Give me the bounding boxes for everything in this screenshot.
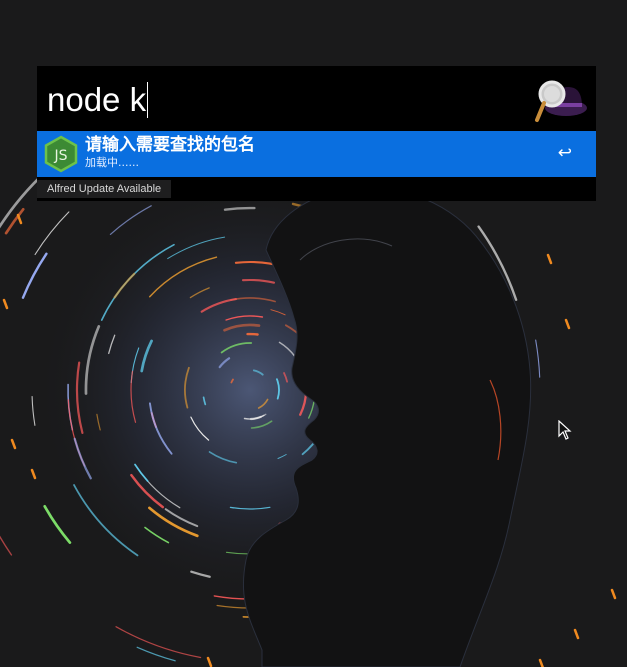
return-key-icon: ↩ — [557, 143, 572, 163]
spark-mark — [16, 213, 23, 225]
spark-mark — [546, 253, 553, 265]
spark-mark — [206, 656, 213, 667]
star-trail-arc — [535, 339, 541, 378]
spark-mark — [30, 468, 37, 480]
alfred-footer: Alfred Update Available — [37, 177, 596, 201]
alfred-window: node k JS 请输入需要查找的包名 加载中...... ↩ Alfred … — [37, 66, 596, 201]
spark-mark — [538, 658, 544, 667]
spark-mark — [2, 298, 9, 310]
star-trail-arc — [21, 252, 48, 299]
search-query-text: node k — [47, 81, 147, 118]
spark-mark — [10, 438, 17, 450]
spark-mark — [610, 588, 617, 600]
svg-text:JS: JS — [53, 148, 67, 164]
alfred-hat-magnifier-icon[interactable] — [532, 74, 588, 126]
spark-mark — [564, 318, 571, 330]
mouse-pointer-icon — [558, 420, 572, 440]
result-title: 请输入需要查找的包名 — [85, 135, 255, 155]
star-trail-arc — [115, 626, 202, 659]
result-subtitle: 加载中...... — [85, 156, 139, 169]
search-input[interactable]: node k — [47, 78, 149, 122]
update-available-badge[interactable]: Alfred Update Available — [37, 180, 172, 198]
nodejs-hexagon-icon: JS — [44, 135, 78, 173]
spark-mark — [573, 628, 580, 640]
text-caret — [147, 82, 149, 118]
desktop-wallpaper: node k JS 请输入需要查找的包名 加载中...... ↩ Alfred … — [0, 0, 627, 667]
star-trail-arc — [43, 504, 72, 544]
result-item-selected[interactable]: JS 请输入需要查找的包名 加载中...... ↩ — [37, 131, 596, 177]
star-trail-arc — [31, 396, 36, 426]
search-bar[interactable]: node k — [37, 66, 596, 131]
star-trail-arc — [34, 211, 70, 256]
star-trail-arc — [0, 535, 13, 556]
